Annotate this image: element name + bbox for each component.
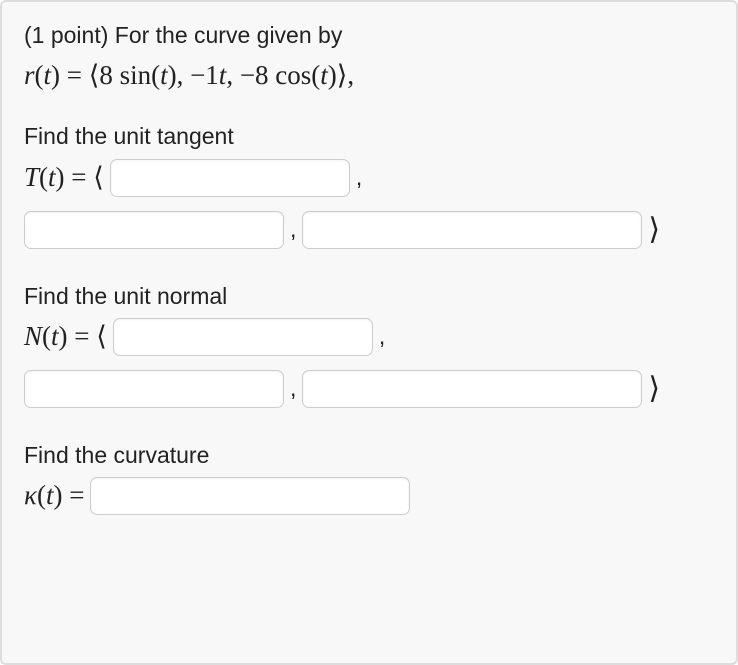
normal-input-2[interactable] [24,370,284,408]
tangent-input-3[interactable] [302,211,642,249]
normal-input-3[interactable] [302,370,642,408]
tangent-close-bracket: ⟩ [648,212,660,247]
intro-line-1: (1 point) For the curve given by [24,20,714,51]
separator: , [290,375,296,402]
tangent-input-1[interactable] [110,159,350,197]
tangent-prompt: Find the unit tangent [24,121,714,152]
separator: , [379,323,385,350]
normal-label: N(t) = ⟨ [24,321,107,352]
curvature-prompt: Find the curvature [24,440,714,471]
curve-definition: r(t) = ⟨8 sin(t), −1t, −8 cos(t)⟩, [24,57,714,93]
separator: , [356,164,362,191]
normal-prompt: Find the unit normal [24,281,714,312]
curvature-label: κ(t) = [24,480,84,511]
curvature-block: Find the curvature κ(t) = [24,440,714,519]
separator: , [290,216,296,243]
tangent-input-2[interactable] [24,211,284,249]
tangent-label: T(t) = ⟨ [24,162,104,193]
problem-container: (1 point) For the curve given by r(t) = … [0,0,738,665]
tangent-block: Find the unit tangent T(t) = ⟨ , , ⟩ [24,121,714,252]
normal-input-1[interactable] [113,318,373,356]
normal-block: Find the unit normal N(t) = ⟨ , , ⟩ [24,281,714,412]
normal-close-bracket: ⟩ [648,371,660,406]
curvature-input[interactable] [90,477,410,515]
